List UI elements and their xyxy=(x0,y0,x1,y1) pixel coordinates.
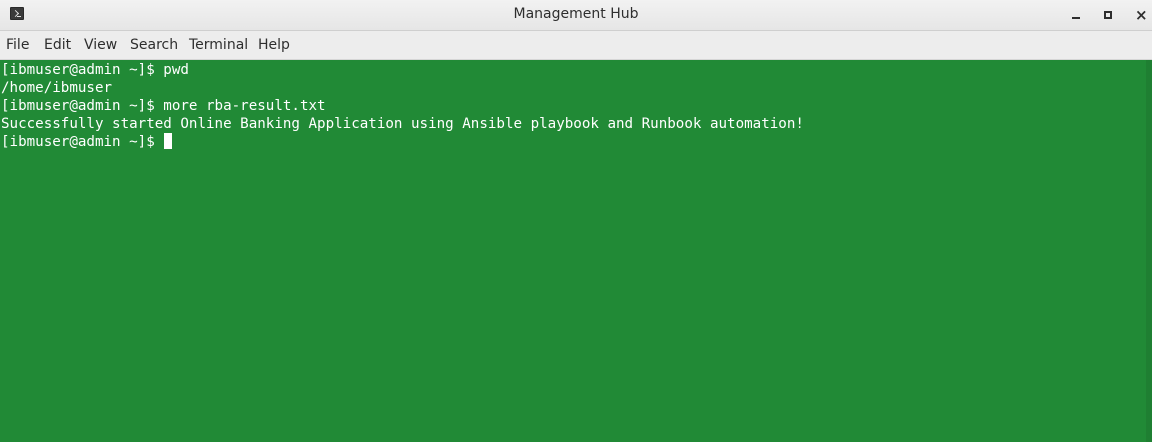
menu-bar: File Edit View Search Terminal Help xyxy=(0,31,1152,60)
menu-help[interactable]: Help xyxy=(258,37,290,53)
menu-terminal[interactable]: Terminal xyxy=(189,37,248,53)
terminal-output[interactable]: [ibmuser@admin ~]$ pwd /home/ibmuser [ib… xyxy=(0,60,1146,442)
maximize-icon xyxy=(1104,11,1112,19)
window-title: Management Hub xyxy=(513,6,639,22)
terminal-line: /home/ibmuser xyxy=(1,80,113,96)
minimize-button[interactable] xyxy=(1065,4,1087,26)
text-cursor xyxy=(164,133,173,149)
menu-file[interactable]: File xyxy=(6,37,29,53)
terminal-prompt: [ibmuser@admin ~]$ xyxy=(1,134,164,150)
terminal-window: Management Hub × File Edit View Search T… xyxy=(0,0,1152,442)
terminal-prompt-line[interactable]: [ibmuser@admin ~]$ xyxy=(1,133,173,151)
terminal-line: Successfully started Online Banking Appl… xyxy=(1,116,804,132)
title-bar[interactable]: Management Hub × xyxy=(0,0,1152,31)
scrollbar[interactable] xyxy=(1146,60,1152,442)
close-button[interactable]: × xyxy=(1130,4,1152,26)
maximize-button[interactable] xyxy=(1097,4,1119,26)
menu-edit[interactable]: Edit xyxy=(44,37,71,53)
menu-search[interactable]: Search xyxy=(130,37,178,53)
menu-view[interactable]: View xyxy=(84,37,117,53)
close-icon: × xyxy=(1135,6,1148,24)
terminal-line: [ibmuser@admin ~]$ more rba-result.txt xyxy=(1,98,326,114)
minimize-icon xyxy=(1072,17,1080,19)
terminal-line: [ibmuser@admin ~]$ pwd xyxy=(1,62,189,78)
